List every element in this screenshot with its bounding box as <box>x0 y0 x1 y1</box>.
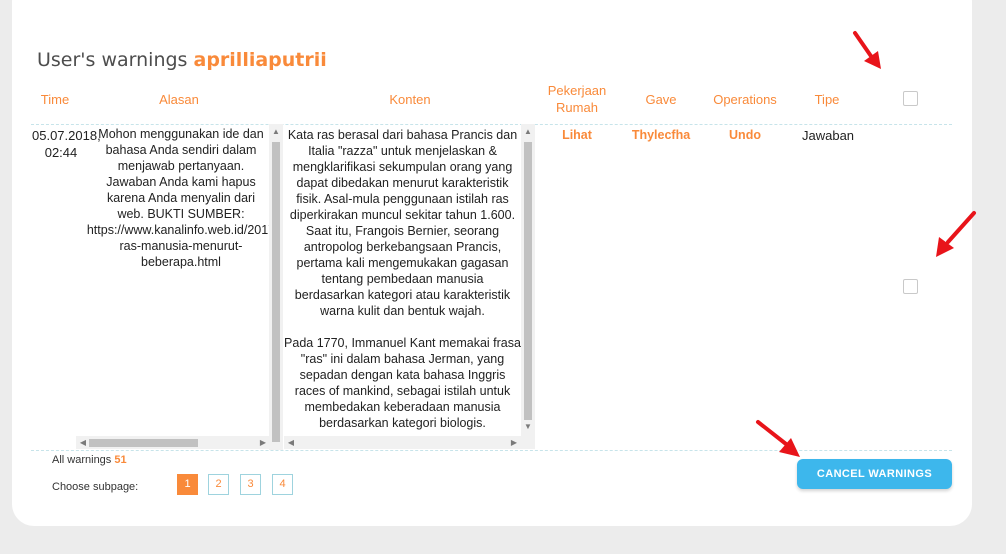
alasan-cell[interactable]: Mohon menggunakan ide dan bahasa Anda sen… <box>76 124 269 436</box>
triangle-right-icon[interactable]: ▶ <box>256 438 270 448</box>
alasan-line: karena Anda menyalin dari <box>106 191 255 205</box>
undo-link[interactable]: Undo <box>715 128 775 142</box>
konten-line <box>284 319 521 335</box>
triangle-right-icon[interactable]: ▶ <box>507 438 521 448</box>
konten-line: dapat dibedakan menurut karakteristik <box>296 176 509 190</box>
red-arrow-icon <box>853 31 881 69</box>
konten-line: berdasarkan kategori atau karakteristik <box>294 288 511 302</box>
konten-line: sepadan dengan kata bahasa Inggris <box>299 368 506 382</box>
alasan-horizontal-scrollbar[interactable]: ◀ ▶ <box>76 436 269 449</box>
col-header-pekerjaan-line2: Rumah <box>556 100 598 115</box>
all-warnings-label: All warnings 51 <box>52 454 127 466</box>
row-checkbox[interactable] <box>903 279 918 294</box>
alasan-line: Mohon menggunakan ide dan <box>98 127 264 141</box>
konten-line: Saat itu, Frangois Bernier, seorang <box>305 224 500 238</box>
page-4-button[interactable]: 4 <box>272 474 293 495</box>
konten-cell[interactable]: Kata ras berasal dari bahasa Prancis dan… <box>284 124 521 436</box>
alasan-hscroll-thumb[interactable] <box>89 439 198 447</box>
konten-scroll-thumb[interactable] <box>524 142 532 420</box>
konten-vertical-scrollbar[interactable]: ▲ ▼ <box>521 124 535 436</box>
title-prefix: User's warnings <box>37 49 188 71</box>
col-header-gave: Gave <box>645 92 677 107</box>
alasan-line: menjawab pertanyaan. <box>117 159 245 173</box>
alasan-scroll-thumb[interactable] <box>272 142 280 442</box>
cancel-warnings-button[interactable]: CANCEL WARNINGS <box>797 459 952 489</box>
triangle-up-icon[interactable]: ▲ <box>269 127 283 137</box>
konten-line: fisik. Asal-mula penggunaan istilah ras <box>296 192 509 206</box>
konten-line: Kata ras berasal dari bahasa Prancis dan <box>287 128 518 142</box>
col-header-konten: Konten <box>389 92 431 107</box>
choose-subpage-label: Choose subpage: <box>52 481 139 493</box>
konten-line: antropolog berkebangsaan Prancis, <box>303 240 502 254</box>
konten-line: warna kulit dan bentuk wajah. <box>320 304 485 318</box>
gave-user-link[interactable]: Thylecfha <box>626 128 696 142</box>
konten-line: races of mankind, sebagai istilah untuk <box>294 384 511 398</box>
konten-line: mengklarifikasi sekumpulan orang yang <box>292 160 513 174</box>
page-1-button[interactable]: 1 <box>177 474 198 495</box>
alasan-line: https://www.kanalinfo.web.id/2017 <box>86 223 269 237</box>
konten-line: berdasarkan kategori biologis. <box>319 416 486 430</box>
konten-line: tentang pembedaan manusia <box>321 272 484 286</box>
alasan-text: Mohon menggunakan ide dan bahasa Anda sen… <box>76 126 269 270</box>
triangle-up-icon[interactable]: ▲ <box>521 127 535 137</box>
col-header-time: Time <box>40 92 70 107</box>
red-arrow-icon <box>936 211 976 257</box>
konten-line: Pada 1770, Immanuel Kant memakai frasa <box>284 336 521 350</box>
konten-line: membedakan keberadaan manusia <box>304 400 501 414</box>
triangle-left-icon[interactable]: ◀ <box>76 438 90 448</box>
tipe-value: Jawaban <box>802 128 855 143</box>
konten-line: "ras" ini dalam bahasa Jerman, yang <box>300 352 505 366</box>
select-all-checkbox[interactable] <box>903 91 918 106</box>
alasan-line: web. BUKTI SUMBER: <box>117 207 245 221</box>
konten-line: diperkirakan muncul sekitar tahun 1.600. <box>289 208 516 222</box>
col-header-alasan: Alasan <box>159 92 199 107</box>
konten-horizontal-scrollbar[interactable]: ◀ ▶ <box>284 436 535 449</box>
page-title: User's warnings aprilliaputrii <box>37 49 327 71</box>
triangle-left-icon[interactable]: ◀ <box>284 438 298 448</box>
col-header-pekerjaan-rumah: Pekerjaan Rumah <box>540 82 614 116</box>
page-3-button[interactable]: 3 <box>240 474 261 495</box>
alasan-line: ras-manusia-menurut- <box>119 239 243 253</box>
alasan-line: Jawaban Anda kami hapus <box>106 175 256 189</box>
col-header-tipe: Tipe <box>814 92 840 107</box>
col-header-operations: Operations <box>713 92 777 107</box>
alasan-vertical-scrollbar[interactable]: ▲ <box>269 124 283 450</box>
lihat-link[interactable]: Lihat <box>546 128 608 142</box>
konten-line: Italia "razza" untuk menjelaskan & <box>308 144 497 158</box>
all-warnings-count: 51 <box>114 454 127 466</box>
alasan-line: beberapa.html <box>141 255 221 269</box>
triangle-down-icon[interactable]: ▼ <box>521 422 535 432</box>
all-warnings-text: All warnings <box>52 454 112 466</box>
konten-text: Kata ras berasal dari bahasa Prancis dan… <box>284 127 521 431</box>
page-2-button[interactable]: 2 <box>208 474 229 495</box>
red-arrow-icon <box>756 420 800 457</box>
konten-line: pertama kali mengemukakan gagasan <box>296 256 509 270</box>
username-link[interactable]: aprilliaputrii <box>194 49 327 71</box>
alasan-line: bahasa Anda sendiri dalam <box>105 143 257 157</box>
col-header-pekerjaan-line1: Pekerjaan <box>547 83 607 98</box>
row-divider <box>31 450 952 451</box>
